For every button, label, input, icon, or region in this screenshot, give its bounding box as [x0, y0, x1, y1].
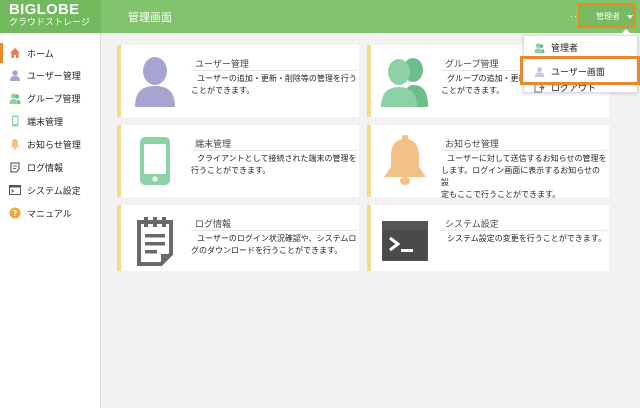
sidebar-item-label: 端末管理	[27, 115, 63, 128]
card-desc-line: ユーザーのログイン状況確認や、システムロ	[191, 233, 357, 245]
device-icon	[8, 114, 22, 128]
card-desc-line: ユーザーに対して送信するお知らせの管理を	[441, 153, 607, 165]
card-system-settings[interactable]: システム設定 システム設定の変更を行うことができます。	[367, 205, 609, 271]
user-icon	[131, 55, 179, 107]
sidebar: ホーム ユーザー管理 グループ管理 端末管理 お知らせ管理 ログ情報 システ	[0, 33, 101, 408]
device-icon	[131, 135, 179, 187]
card-desc-line: ことができます。	[191, 85, 357, 97]
logo[interactable]: BIGLOBE クラウドストレージ	[0, 0, 101, 33]
card-description: ユーザーのログイン状況確認や、システムロ グのダウンロードを行うことができます。	[191, 230, 357, 257]
card-title: お知らせ管理	[445, 137, 499, 150]
user-icon	[534, 66, 545, 77]
sidebar-item-manual[interactable]: ? マニュアル	[0, 203, 100, 223]
logo-subtitle: クラウドストレージ	[9, 18, 101, 29]
chevron-down-icon	[627, 15, 633, 19]
dropdown-item-label: ユーザー画面	[551, 65, 605, 78]
help-icon: ?	[8, 206, 22, 220]
bell-icon	[381, 135, 429, 187]
sidebar-item-label: マニュアル	[27, 207, 72, 220]
card-title: グループ管理	[445, 57, 498, 70]
sidebar-item-notices[interactable]: お知らせ管理	[0, 134, 100, 154]
sidebar-item-label: システム設定	[27, 184, 81, 197]
sidebar-item-label: ホーム	[27, 47, 54, 60]
card-desc-line: グのダウンロードを行うことができます。	[191, 245, 357, 257]
sidebar-item-home[interactable]: ホーム	[0, 43, 100, 63]
log-icon	[8, 160, 22, 174]
sidebar-item-label: ログ情報	[27, 161, 63, 174]
admin-icon	[534, 42, 545, 53]
terminal-icon	[381, 215, 429, 267]
card-desc-line: システム設定の変更を行うことができます。	[441, 233, 607, 245]
sidebar-item-label: お知らせ管理	[27, 138, 81, 151]
card-title: 端末管理	[195, 137, 231, 150]
sidebar-item-label: グループ管理	[27, 92, 80, 105]
top-header: BIGLOBE クラウドストレージ 管理画面 ... 管理者	[0, 0, 640, 33]
card-desc-line: ユーザーの追加・更新・削除等の管理を行う	[191, 73, 357, 85]
card-title: ログ情報	[195, 217, 231, 230]
admin-menu-button[interactable]: 管理者	[578, 3, 636, 28]
dropdown-item-label: 管理者	[551, 41, 578, 54]
group-icon	[8, 91, 22, 105]
sidebar-item-groups[interactable]: グループ管理	[0, 88, 100, 108]
card-title: システム設定	[445, 217, 499, 230]
log-icon	[131, 215, 179, 267]
dropdown-item-admin[interactable]: 管理者	[534, 41, 578, 54]
card-desc-line: 定もここで行うことができます。	[441, 189, 607, 201]
logo-text: BIGLOBE	[9, 2, 101, 17]
card-description: ユーザーの追加・更新・削除等の管理を行う ことができます。	[191, 70, 357, 97]
card-desc-line: 行うことができます。	[191, 165, 357, 177]
admin-menu-label: 管理者	[596, 11, 620, 22]
sidebar-item-label: ユーザー管理	[27, 69, 81, 82]
group-icon	[381, 55, 429, 107]
card-log-info[interactable]: ログ情報 ユーザーのログイン状況確認や、システムロ グのダウンロードを行うことが…	[117, 205, 359, 271]
sidebar-item-users[interactable]: ユーザー管理	[0, 65, 100, 85]
card-description: システム設定の変更を行うことができます。	[441, 230, 607, 245]
card-title: ユーザー管理	[195, 57, 249, 70]
bell-icon	[8, 137, 22, 151]
home-icon	[8, 46, 22, 60]
page-title: 管理画面	[128, 9, 172, 25]
user-icon	[8, 68, 22, 82]
card-description: クライアントとして接続された端末の管理を 行うことができます。	[191, 150, 357, 177]
card-device-management[interactable]: 端末管理 クライアントとして接続された端末の管理を 行うことができます。	[117, 125, 359, 197]
card-description: ユーザーに対して送信するお知らせの管理を します。ログイン画面に表示するお知らせ…	[441, 150, 607, 201]
card-notice-management[interactable]: お知らせ管理 ユーザーに対して送信するお知らせの管理を します。ログイン画面に表…	[367, 125, 609, 197]
card-desc-line: します。ログイン画面に表示するお知らせの設	[441, 165, 607, 189]
dropdown-item-content: ユーザー画面	[534, 65, 605, 78]
card-user-management[interactable]: ユーザー管理 ユーザーの追加・更新・削除等の管理を行う ことができます。	[117, 45, 359, 117]
sidebar-item-logs[interactable]: ログ情報	[0, 157, 100, 177]
settings-icon	[8, 183, 22, 197]
sidebar-item-settings[interactable]: システム設定	[0, 180, 100, 200]
sidebar-item-devices[interactable]: 端末管理	[0, 111, 100, 131]
svg-text:?: ?	[13, 209, 18, 218]
dropdown-item-user-view[interactable]: ユーザー画面	[520, 56, 640, 85]
card-desc-line: クライアントとして接続された端末の管理を	[191, 153, 357, 165]
